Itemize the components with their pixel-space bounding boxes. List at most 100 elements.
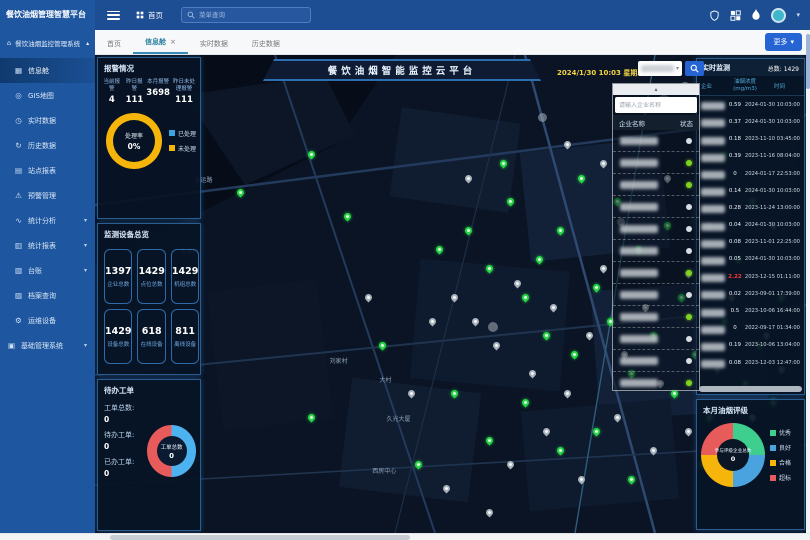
realtime-table-row[interactable]: 0.142024-01-30 10:03:00 (697, 182, 804, 199)
company-list-item[interactable] (613, 350, 699, 372)
more-button[interactable]: 更多▾ (765, 33, 802, 51)
sidebar-item-历史数据[interactable]: ↻历史数据 (0, 133, 95, 158)
realtime-table-row[interactable]: 0.052024-01-30 10:03:00 (697, 251, 804, 268)
apps-icon[interactable] (730, 10, 741, 21)
legend-label: 未处理 (178, 144, 196, 153)
device-panel: 监测设备总览 1397企业总数1429点位总数1429机组总数1429设备总数6… (97, 223, 201, 375)
sidebar-item-预警管理[interactable]: ⚠预警管理 (0, 183, 95, 208)
sidebar-item-实时数据[interactable]: ◷实时数据 (0, 108, 95, 133)
realtime-company-cell (701, 164, 725, 183)
vertical-scrollbar-thumb[interactable] (806, 34, 810, 89)
device-icon: ⚙ (14, 316, 23, 325)
legend-swatch (770, 430, 776, 436)
company-name-redacted (620, 181, 658, 189)
shield-icon[interactable] (709, 10, 720, 21)
company-name-redacted (620, 137, 658, 145)
vertical-scrollbar[interactable] (806, 30, 810, 533)
company-list-item[interactable] (613, 306, 699, 328)
chevron-down-icon: ▾ (84, 242, 87, 249)
alarm-stat: 昨日未处理报警111 (171, 79, 197, 105)
home-shortcut[interactable]: 首页 (136, 10, 163, 21)
workorder-stat-value: 0 (104, 442, 147, 451)
company-search-button[interactable] (685, 61, 704, 76)
realtime-table-scrollbar[interactable] (699, 386, 802, 392)
sidebar-item-GIS地图[interactable]: ◎GIS地图 (0, 83, 95, 108)
company-name-redacted (701, 188, 725, 196)
realtime-time-cell: 2023-09-01 17:39:00 (745, 291, 800, 297)
realtime-table-row[interactable]: 0.042024-01-30 10:03:00 (697, 217, 804, 234)
realtime-table-row[interactable]: 0.592024-01-30 10:03:00 (697, 96, 804, 113)
realtime-concentration-cell: 0.28 (725, 205, 745, 211)
company-name-redacted (620, 159, 658, 167)
legend-swatch (770, 445, 776, 451)
company-list-item[interactable] (613, 372, 699, 390)
company-name-input[interactable] (619, 102, 693, 109)
status-dot-green (686, 270, 692, 276)
flame-icon[interactable] (751, 9, 761, 21)
company-name-redacted (701, 274, 725, 282)
realtime-table-row[interactable]: 0.082023-12-03 12:47:00 (697, 354, 804, 371)
sidebar-section-monitoring-system[interactable]: ⌂ 餐饮油烟监控管理系统 ▴ (0, 28, 95, 58)
alarm-stat-value: 111 (124, 95, 146, 105)
close-icon[interactable]: × (170, 38, 176, 46)
top-header: 首页 ▾ (95, 0, 810, 30)
realtime-concentration-cell: 0.5 (725, 308, 745, 314)
company-list-item[interactable] (613, 196, 699, 218)
tab-首页[interactable]: 首页 (95, 33, 133, 54)
realtime-table-row[interactable]: 0.52023-10-06 16:44:00 (697, 302, 804, 319)
sidebar-item-基础管理系统[interactable]: ▣基础管理系统▾ (0, 333, 95, 358)
realtime-table-row[interactable]: 0.392023-11-16 08:04:00 (697, 148, 804, 165)
realtime-table-row[interactable]: 0.192023-10-06 13:04:00 (697, 337, 804, 354)
company-select[interactable]: ▾ (638, 61, 682, 76)
device-stat-box: 1429设备总数 (104, 309, 132, 364)
realtime-table-row[interactable]: 2.222023-12-15 01:11:00 (697, 268, 804, 285)
menu-toggle-icon[interactable] (107, 11, 120, 20)
realtime-table-row[interactable]: 0.282023-11-24 13:00:00 (697, 199, 804, 216)
realtime-table-body: 0.592024-01-30 10:03:000.372024-01-30 10… (697, 96, 804, 385)
chevron-down-icon[interactable]: ▾ (796, 11, 800, 19)
sidebar-item-档案查询[interactable]: ▨档案查询 (0, 283, 95, 308)
realtime-table-row[interactable]: 0.022023-09-01 17:39:00 (697, 285, 804, 302)
alarm-panel: 报警情况 当前报警4昨日报警111本月报警3698昨日未处理报警111 处理率 … (97, 57, 201, 219)
realtime-table-row[interactable]: 0.082023-11-01 22:25:00 (697, 234, 804, 251)
menu-search-input[interactable] (199, 11, 305, 19)
dashboard-main: 水运路毛家村刘家村大村久光大厦西房中心 餐饮油烟智能监控云平台 2024/1/3… (95, 55, 806, 533)
realtime-time-cell: 2024-01-30 10:03:00 (745, 222, 800, 228)
company-list-item[interactable] (613, 262, 699, 284)
sidebar-item-label: GIS地图 (28, 91, 54, 101)
device-stats-grid: 1397企业总数1429点位总数1429机组总数1429设备总数618在线设备8… (98, 243, 200, 370)
avatar[interactable] (771, 8, 786, 23)
company-list-item[interactable] (613, 240, 699, 262)
status-dot-gray (686, 204, 692, 210)
sidebar-item-信息舱[interactable]: ▦信息舱 (0, 58, 95, 83)
alarm-stat-label: 昨日报警 (124, 79, 146, 93)
status-dot-green (686, 380, 692, 386)
company-list-item[interactable] (613, 174, 699, 196)
sidebar-item-统计分析[interactable]: ∿统计分析▾ (0, 208, 95, 233)
sidebar-item-运维设备[interactable]: ⚙运维设备 (0, 308, 95, 333)
device-stat-label: 离线设备 (174, 340, 196, 348)
realtime-table-row[interactable]: 0.182023-11-10 03:45:00 (697, 131, 804, 148)
sidebar-item-台账[interactable]: ▧台账▾ (0, 258, 95, 283)
map-title: 餐饮油烟智能监控云平台 (328, 63, 477, 77)
realtime-table-row[interactable]: 02022-09-17 01:34:00 (697, 320, 804, 337)
company-list-item[interactable] (613, 218, 699, 240)
tab-信息舱[interactable]: 信息舱× (133, 31, 188, 54)
company-list-item[interactable] (613, 152, 699, 174)
realtime-table-row[interactable]: 0.372024-01-30 10:03:00 (697, 113, 804, 130)
company-name-redacted (701, 240, 725, 248)
horizontal-scrollbar[interactable] (0, 533, 810, 540)
column-time: 时间 (759, 82, 800, 90)
company-name-redacted (701, 119, 725, 127)
company-list-item[interactable] (613, 130, 699, 152)
sidebar-item-站点报表[interactable]: ▤站点报表 (0, 158, 95, 183)
dropdown-collapse-button[interactable]: ▴ (613, 84, 699, 95)
company-list-item[interactable] (613, 284, 699, 306)
company-list-item[interactable] (613, 328, 699, 350)
realtime-table-row[interactable]: 02024-01-17 22:53:00 (697, 165, 804, 182)
sidebar-item-统计报表[interactable]: ▥统计报表▾ (0, 233, 95, 258)
tab-历史数据[interactable]: 历史数据 (240, 33, 292, 54)
alarm-stat-label: 当前报警 (101, 79, 123, 93)
tab-实时数据[interactable]: 实时数据 (188, 33, 240, 54)
horizontal-scrollbar-thumb[interactable] (110, 535, 410, 540)
